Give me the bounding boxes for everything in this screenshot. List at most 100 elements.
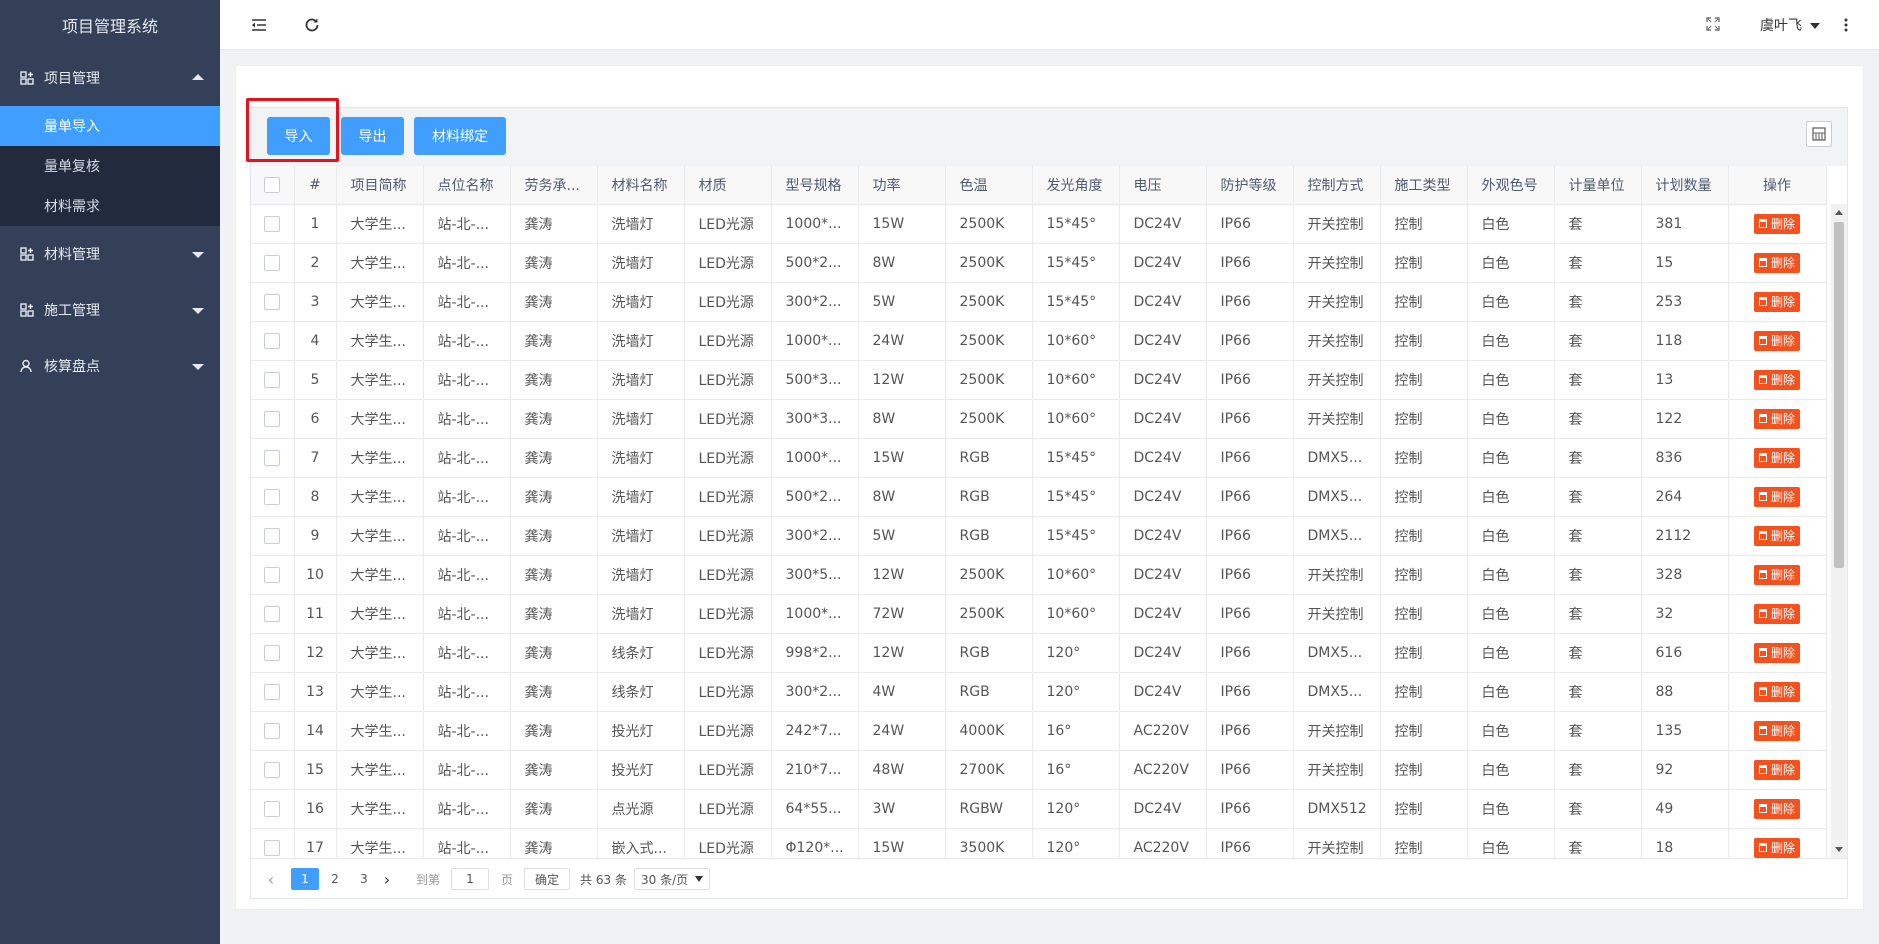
column-header[interactable]: 计量单位 [1554,166,1642,205]
row-checkbox[interactable] [264,371,281,388]
menu-group-material[interactable]: 材料管理 [0,226,220,282]
column-header[interactable]: 材质 [684,166,772,205]
column-header[interactable]: 外观色号 [1467,166,1555,205]
delete-button[interactable]: 删除 [1753,486,1800,507]
vertical-scrollbar[interactable] [1831,204,1847,858]
scroll-up-icon[interactable] [1835,210,1843,215]
user-menu[interactable]: 虞叶飞 [1760,15,1821,35]
page-size-select[interactable]: 30 条/页 [634,868,710,890]
row-checkbox[interactable] [264,527,281,544]
menu-fold-icon[interactable] [250,16,268,34]
row-checkbox[interactable] [264,215,281,232]
table-cell: 3 [294,282,337,322]
delete-label: 删除 [1770,529,1795,543]
row-checkbox[interactable] [264,839,281,856]
table-row: 16 大学生... 站-北-... 龚涛 点光源 LED光源 64*55... 3W RGBW 1… [251,789,1827,829]
column-header[interactable]: 材料名称 [597,166,685,205]
delete-button[interactable]: 删除 [1753,330,1800,351]
delete-button[interactable]: 删除 [1753,525,1800,546]
page-2[interactable]: 2 [321,868,349,890]
row-checkbox[interactable] [264,605,281,622]
row-checkbox[interactable] [264,488,281,505]
column-header[interactable]: 劳务承... [510,166,598,205]
delete-button[interactable]: 删除 [1753,369,1800,390]
fullscreen-icon[interactable] [1706,17,1720,31]
column-header[interactable]: 色温 [945,166,1033,205]
row-select-cell [251,672,295,712]
table-cell: RGBW [945,789,1033,829]
row-checkbox[interactable] [264,800,281,817]
row-checkbox[interactable] [264,410,281,427]
select-all-checkbox[interactable] [264,176,281,193]
goto-confirm-button[interactable]: 确定 [524,868,570,890]
menu-group-project[interactable]: 项目管理 [0,50,220,106]
delete-button[interactable]: 删除 [1753,720,1800,741]
column-header[interactable]: 型号规格 [771,166,859,205]
menu-group-accounting[interactable]: 核算盘点 [0,338,220,394]
scroll-thumb[interactable] [1834,222,1844,568]
table-cell: 控制 [1380,282,1468,322]
table-cell: IP66 [1206,243,1294,283]
row-checkbox[interactable] [264,332,281,349]
delete-button[interactable]: 删除 [1753,603,1800,624]
table-cell: 洗墙灯 [597,555,685,595]
delete-button[interactable]: 删除 [1753,408,1800,429]
scroll-down-icon[interactable] [1835,847,1843,852]
table-cell: 开关控制 [1293,828,1381,858]
column-header[interactable]: # [294,166,337,205]
delete-button[interactable]: 删除 [1753,759,1800,780]
import-button[interactable]: 导入 [267,117,330,155]
column-header[interactable]: 点位名称 [423,166,511,205]
delete-button[interactable]: 删除 [1753,681,1800,702]
column-header[interactable]: 施工类型 [1380,166,1468,205]
row-checkbox[interactable] [264,293,281,310]
page-3[interactable]: 3 [350,868,378,890]
row-checkbox[interactable] [264,683,281,700]
refresh-icon[interactable] [303,16,321,34]
delete-button[interactable]: 删除 [1753,291,1800,312]
column-header[interactable]: 操作 [1728,166,1827,205]
column-header[interactable]: 发光角度 [1032,166,1120,205]
sidebar-item-material-demand[interactable]: 材料需求 [0,186,220,226]
column-header[interactable]: 控制方式 [1293,166,1381,205]
delete-button[interactable]: 删除 [1753,213,1800,234]
delete-button[interactable]: 删除 [1753,564,1800,585]
row-checkbox[interactable] [264,254,281,271]
table-cell: 白色 [1467,555,1555,595]
delete-button[interactable]: 删除 [1753,252,1800,273]
row-checkbox[interactable] [264,761,281,778]
sidebar-item-bill-review[interactable]: 量单复核 [0,146,220,186]
column-settings-button[interactable] [1806,121,1832,147]
delete-button[interactable]: 删除 [1753,837,1800,858]
row-checkbox[interactable] [264,566,281,583]
table-cell: IP66 [1206,750,1294,790]
goto-page-input[interactable]: 1 [451,868,489,890]
row-checkbox[interactable] [264,449,281,466]
table-cell: 洗墙灯 [597,282,685,322]
column-header[interactable]: 电压 [1119,166,1207,205]
table-row: 7 大学生... 站-北-... 龚涛 洗墙灯 LED光源 1000*... 15W RGB 15… [251,438,1827,478]
row-actions-cell: 删除 [1728,321,1827,361]
table-cell: 洗墙灯 [597,477,685,517]
row-checkbox[interactable] [264,644,281,661]
table-cell: 88 [1641,672,1729,712]
table-cell: 套 [1554,321,1642,361]
material-bind-button[interactable]: 材料绑定 [414,117,506,155]
export-button[interactable]: 导出 [341,117,404,155]
page-1[interactable]: 1 [291,868,319,890]
delete-button[interactable]: 删除 [1753,447,1800,468]
column-header[interactable]: 功率 [858,166,946,205]
table-cell: 套 [1554,555,1642,595]
more-vertical-icon[interactable] [1841,16,1851,34]
row-checkbox[interactable] [264,722,281,739]
column-header[interactable]: 防护等级 [1206,166,1294,205]
column-header[interactable]: 项目简称 [336,166,424,205]
delete-button[interactable]: 删除 [1753,642,1800,663]
sidebar-item-bill-import[interactable]: 量单导入 [0,106,220,146]
table-cell: 2500K [945,243,1033,283]
next-page-icon[interactable]: › [379,868,395,890]
delete-button[interactable]: 删除 [1753,798,1800,819]
prev-page-icon[interactable]: ‹ [263,868,279,890]
menu-group-construction[interactable]: 施工管理 [0,282,220,338]
column-header[interactable]: 计划数量 [1641,166,1729,205]
